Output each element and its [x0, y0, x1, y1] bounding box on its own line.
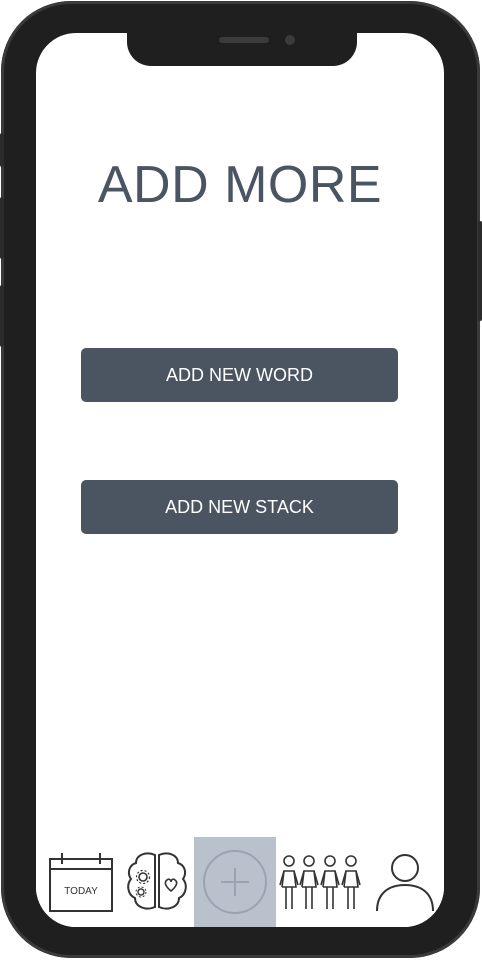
- calendar-icon: TODAY: [49, 853, 113, 912]
- calendar-label: TODAY: [64, 886, 98, 897]
- page-title: ADD MORE: [97, 156, 383, 214]
- front-camera: [285, 35, 295, 45]
- tab-today[interactable]: TODAY: [42, 837, 120, 927]
- add-new-stack-button[interactable]: ADD NEW STACK: [81, 480, 398, 534]
- volume-down-button: [0, 285, 4, 347]
- tab-community[interactable]: [276, 837, 366, 927]
- power-button: [478, 221, 482, 321]
- tab-brain[interactable]: [120, 837, 194, 927]
- mute-switch: [0, 133, 4, 167]
- tab-profile[interactable]: [366, 837, 444, 927]
- speaker-grille: [219, 37, 269, 43]
- add-new-word-button[interactable]: ADD NEW WORD: [81, 348, 398, 402]
- profile-icon: [376, 854, 434, 912]
- volume-up-button: [0, 197, 4, 259]
- brain-icon: [127, 852, 187, 910]
- bottom-tab-bar: TODAY: [36, 837, 444, 927]
- people-group-icon: [279, 855, 361, 909]
- plus-circle-icon: [203, 850, 267, 914]
- app-screen: ADD MORE ADD NEW WORD ADD NEW STACK TODA…: [36, 33, 444, 927]
- tab-add[interactable]: [194, 837, 276, 927]
- phone-frame: ADD MORE ADD NEW WORD ADD NEW STACK TODA…: [0, 1, 482, 958]
